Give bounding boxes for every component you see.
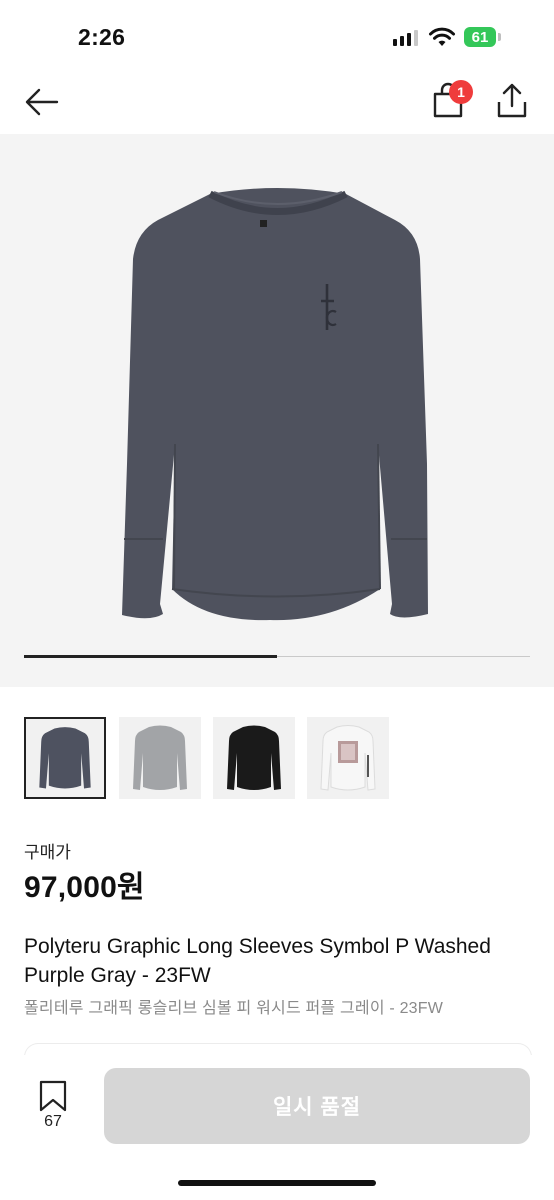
- bookmark-count: 67: [44, 1113, 62, 1130]
- battery-cap: [498, 33, 501, 41]
- wifi-icon: [429, 27, 455, 46]
- long-sleeve-shirt-image: [122, 188, 428, 621]
- thumbnail-shirt-purple-gray: [39, 727, 91, 789]
- product-title-ko: 폴리테루 그래픽 롱슬리브 심볼 피 워시드 퍼플 그레이 - 23FW: [24, 1000, 444, 1017]
- cart-count-badge: 1: [449, 80, 473, 104]
- price-label: 구매가: [24, 843, 71, 862]
- thumbnail-white-graphic[interactable]: [307, 717, 389, 799]
- sold-out-button[interactable]: 일시 품절: [104, 1068, 530, 1144]
- back-arrow-icon[interactable]: [24, 84, 60, 120]
- product-image[interactable]: [0, 134, 554, 687]
- status-time: 2:26: [78, 24, 126, 50]
- thumbnail-black[interactable]: [213, 717, 295, 799]
- cellular-signal-icon: [393, 29, 418, 46]
- product-title-en: Polyteru Graphic Long Sleeves Symbol P W…: [24, 935, 491, 987]
- share-icon[interactable]: [494, 80, 530, 120]
- thumbnail-washed-purple-gray[interactable]: [24, 717, 106, 799]
- battery-icon: 61: [464, 27, 496, 47]
- bookmark-icon[interactable]: [38, 1080, 68, 1112]
- thumbnail-shirt-black: [227, 725, 281, 790]
- home-indicator: [178, 1180, 376, 1186]
- price: 97,000원: [24, 871, 145, 904]
- thumbnail-shirt-gray: [133, 725, 187, 790]
- thumbnail-shirt-white-graphic: [320, 725, 376, 791]
- thumbnail-gray[interactable]: [119, 717, 201, 799]
- gallery-progress-indicator: [24, 655, 277, 658]
